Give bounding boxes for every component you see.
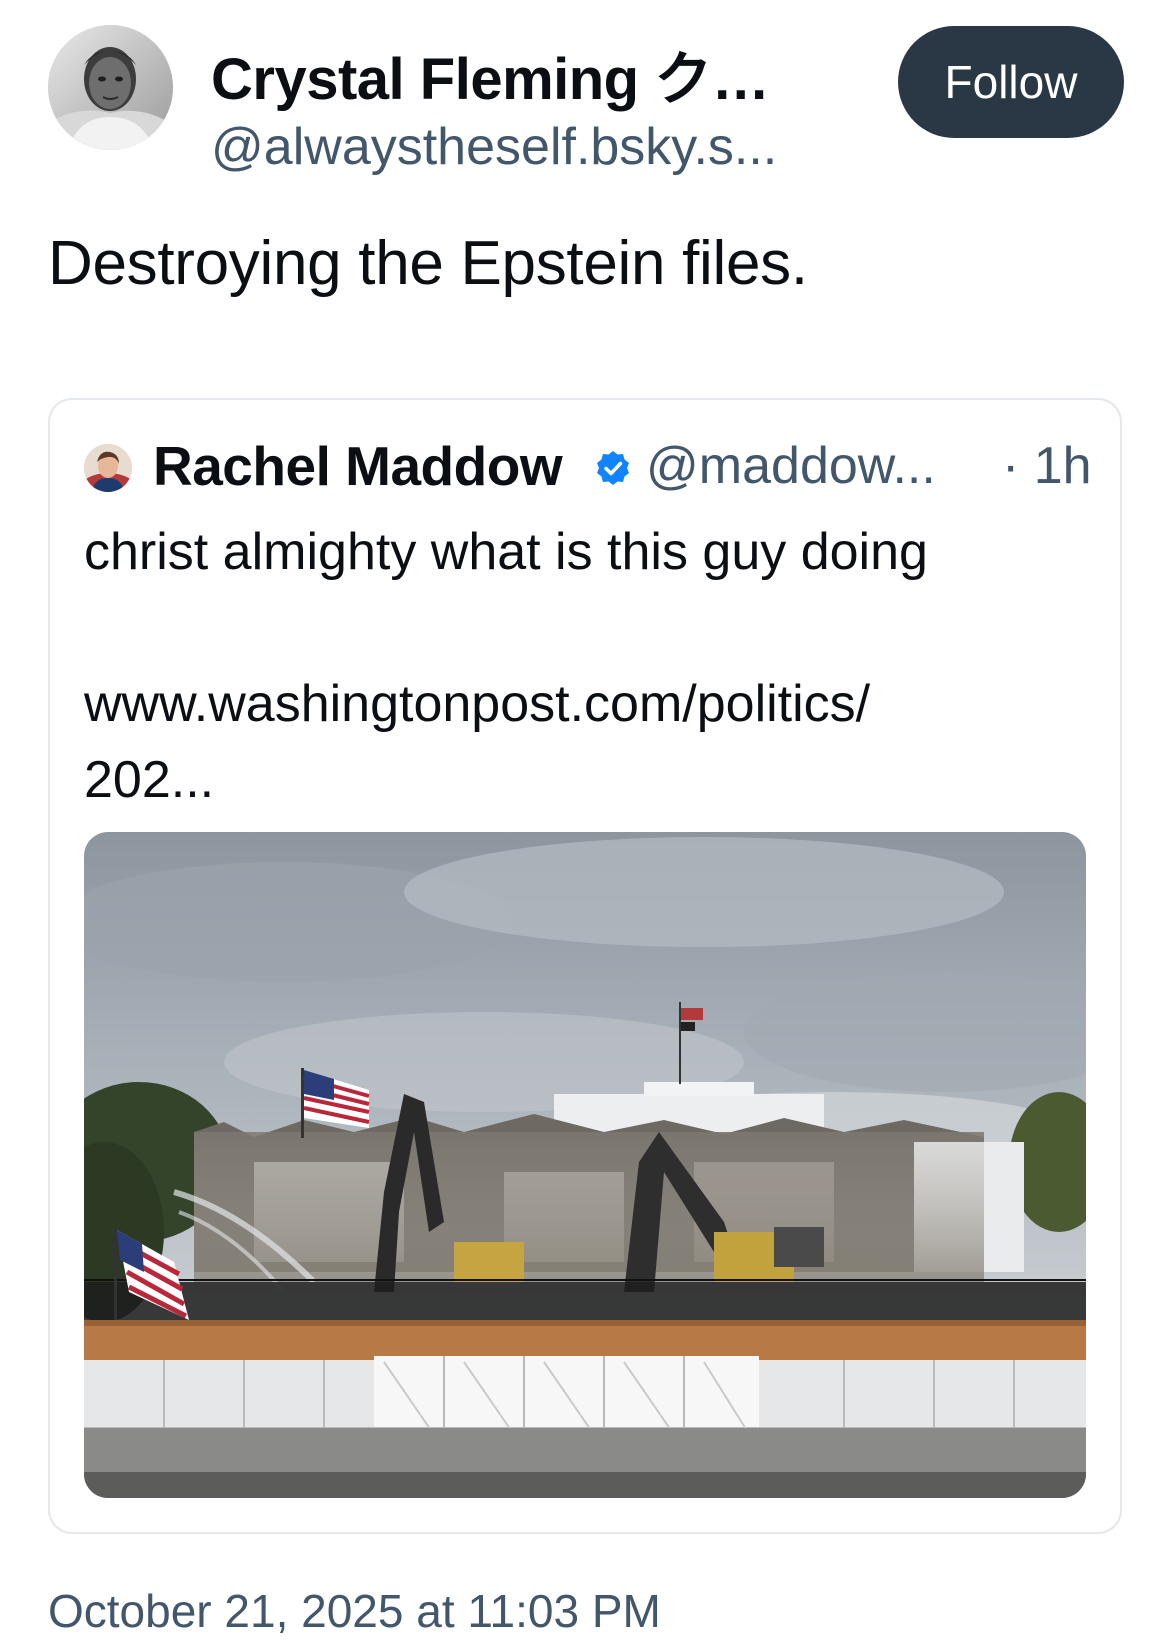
quoted-post-image[interactable] [84, 832, 1086, 1498]
quoted-post-text: christ almighty what is this guy doing [84, 523, 928, 581]
author-display-name[interactable]: Crystal Fleming ク… [211, 32, 770, 116]
verified-check-icon [597, 451, 629, 485]
quoted-author-avatar[interactable] [84, 444, 132, 492]
quoted-author-display-name[interactable]: Rachel Maddow [153, 434, 563, 498]
post-header: Crystal Fleming ク… @alwaystheself.bsky.s… [48, 22, 1128, 176]
quoted-post-body: christ almighty what is this guy doing w… [84, 514, 1084, 818]
quoted-author-handle[interactable]: @maddow... [646, 436, 936, 496]
quoted-post-time: · 1h [1002, 437, 1092, 495]
post-text: Destroying the Epstein files. [48, 229, 808, 298]
author-avatar[interactable] [48, 25, 173, 150]
quoted-avatar-photo-icon [84, 444, 132, 492]
quoted-post-card[interactable]: Rachel Maddow @maddow... · 1h christ alm… [48, 398, 1122, 1534]
avatar-photo-icon [48, 25, 173, 150]
follow-button[interactable]: Follow [898, 26, 1124, 138]
post-timestamp: October 21, 2025 at 11:03 PM [48, 1585, 661, 1637]
author-handle[interactable]: @alwaystheself.bsky.s... [211, 117, 777, 177]
quoted-post-link[interactable]: www.washingtonpost.com/politics/ [84, 666, 1084, 742]
quoted-post-link-cont[interactable]: 202... [84, 742, 1084, 818]
demolition-photo-icon [84, 832, 1086, 1498]
